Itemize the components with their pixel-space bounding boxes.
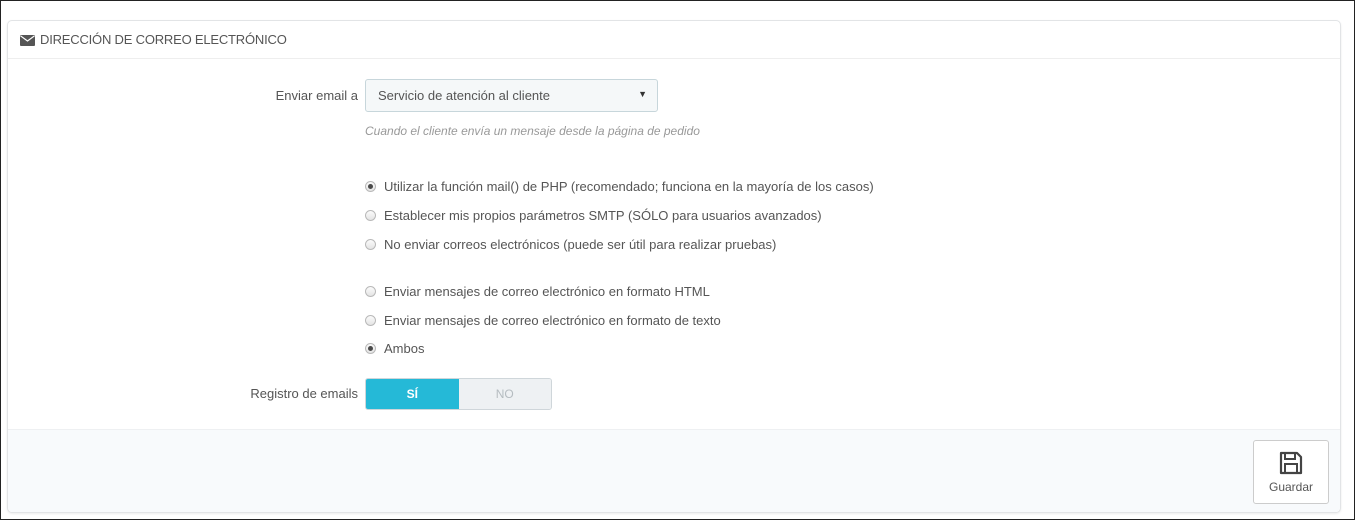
radio-format-text-label: Enviar mensajes de correo electrónico en… <box>384 313 721 328</box>
panel-footer: Guardar <box>8 429 1340 512</box>
email-log-label: Registro de emails <box>250 386 358 401</box>
radio-mail-php-label: Utilizar la función mail() de PHP (recom… <box>384 179 874 194</box>
radio-mail-php[interactable]: Utilizar la función mail() de PHP (recom… <box>365 179 874 194</box>
dropdown-caret-icon: ▼ <box>638 89 647 99</box>
radio-button[interactable] <box>365 315 376 326</box>
radio-button[interactable] <box>365 239 376 250</box>
radio-format-both-label: Ambos <box>384 341 425 356</box>
radio-mail-none[interactable]: No enviar correos electrónicos (puede se… <box>365 237 776 252</box>
save-button-label: Guardar <box>1268 480 1314 494</box>
floppy-disk-icon <box>1279 451 1303 475</box>
radio-mail-smtp-label: Establecer mis propios parámetros SMTP (… <box>384 208 822 223</box>
panel-title: DIRECCIÓN DE CORREO ELECTRÓNICO <box>40 32 287 47</box>
radio-button[interactable] <box>365 286 376 297</box>
panel-heading: DIRECCIÓN DE CORREO ELECTRÓNICO <box>8 21 1340 59</box>
radio-button-checked[interactable] <box>365 181 376 192</box>
save-button[interactable]: Guardar <box>1253 440 1329 504</box>
send-email-selected-value: Servicio de atención al cliente <box>378 88 550 103</box>
radio-format-html[interactable]: Enviar mensajes de correo electrónico en… <box>365 284 710 299</box>
radio-mail-smtp[interactable]: Establecer mis propios parámetros SMTP (… <box>365 208 822 223</box>
switch-yes-option[interactable]: SÍ <box>366 379 459 409</box>
email-settings-panel: DIRECCIÓN DE CORREO ELECTRÓNICO Enviar e… <box>7 20 1341 513</box>
radio-format-both[interactable]: Ambos <box>365 341 424 356</box>
radio-button[interactable] <box>365 210 376 221</box>
radio-mail-none-label: No enviar correos electrónicos (puede se… <box>384 237 777 252</box>
radio-button-checked[interactable] <box>365 343 376 354</box>
switch-no-option[interactable]: NO <box>458 379 551 409</box>
send-email-label: Enviar email a <box>275 88 358 103</box>
radio-format-text[interactable]: Enviar mensajes de correo electrónico en… <box>365 313 721 328</box>
email-log-switch[interactable]: SÍ NO <box>365 378 552 410</box>
radio-format-html-label: Enviar mensajes de correo electrónico en… <box>384 284 710 299</box>
send-email-select[interactable]: Servicio de atención al cliente ▼ <box>365 79 658 112</box>
send-email-help: Cuando el cliente envía un mensaje desde… <box>365 124 700 138</box>
envelope-icon <box>20 34 35 46</box>
